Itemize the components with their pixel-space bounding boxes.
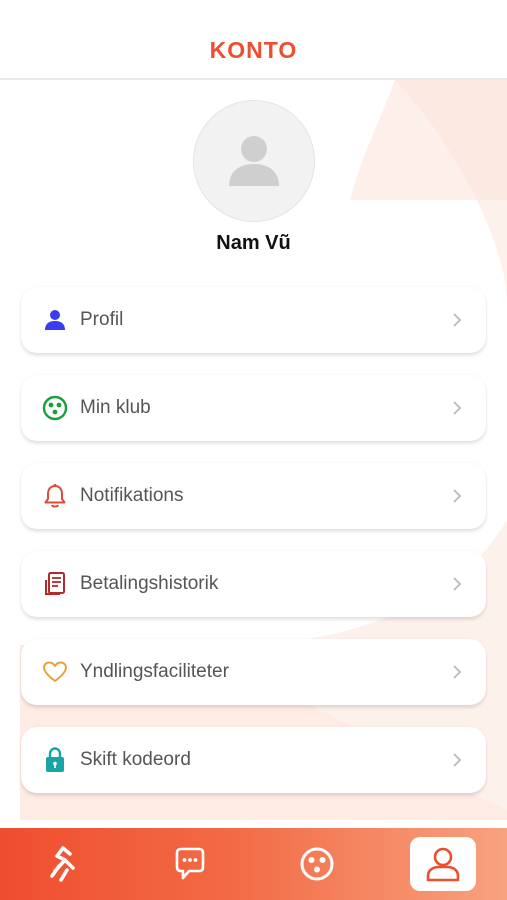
menu-item-label: Skift kodeord	[80, 749, 191, 770]
receipt-icon	[41, 570, 69, 598]
menu-item-notifikations[interactable]: Notifikations	[21, 463, 486, 529]
tab-account[interactable]	[410, 837, 476, 891]
user-placeholder-icon	[229, 136, 279, 186]
menu-item-label: Notifikations	[80, 485, 184, 506]
chevron-right-icon	[450, 489, 464, 503]
club-icon	[41, 394, 69, 422]
chevron-right-icon	[450, 665, 464, 679]
menu-item-betalingshistorik[interactable]: Betalingshistorik	[21, 551, 486, 617]
chevron-right-icon	[450, 577, 464, 591]
menu-item-label: Profil	[80, 309, 124, 330]
menu-item-label: Yndlingsfaciliteter	[80, 661, 229, 682]
bell-icon	[41, 482, 69, 510]
tab-run[interactable]	[30, 837, 96, 891]
user-name: Nam Vũ	[216, 232, 291, 254]
menu-item-yndlingsfaciliteter[interactable]: Yndlingsfaciliteter	[21, 639, 486, 705]
chat-icon	[175, 847, 205, 880]
run-icon	[50, 846, 75, 882]
heart-icon	[41, 658, 69, 686]
chevron-right-icon	[450, 401, 464, 415]
account-icon	[426, 847, 460, 882]
page-title: KONTO	[209, 36, 298, 63]
menu-item-label: Min klub	[80, 397, 151, 418]
account-menu: Profil Min klub Notifikations Betalingsh…	[21, 287, 486, 815]
chevron-right-icon	[450, 753, 464, 767]
menu-item-skift-kodeord[interactable]: Skift kodeord	[21, 727, 486, 793]
chevron-right-icon	[450, 313, 464, 327]
header-bar: KONTO	[0, 0, 507, 80]
bottom-tab-bar	[0, 828, 507, 900]
person-icon	[41, 306, 69, 334]
avatar[interactable]	[193, 100, 315, 222]
menu-item-profil[interactable]: Profil	[21, 287, 486, 353]
lock-icon	[41, 746, 69, 774]
tab-club[interactable]	[284, 837, 350, 891]
tab-chat[interactable]	[157, 837, 223, 891]
menu-item-min-klub[interactable]: Min klub	[21, 375, 486, 441]
club-icon	[300, 847, 334, 881]
menu-item-label: Betalingshistorik	[80, 573, 219, 594]
